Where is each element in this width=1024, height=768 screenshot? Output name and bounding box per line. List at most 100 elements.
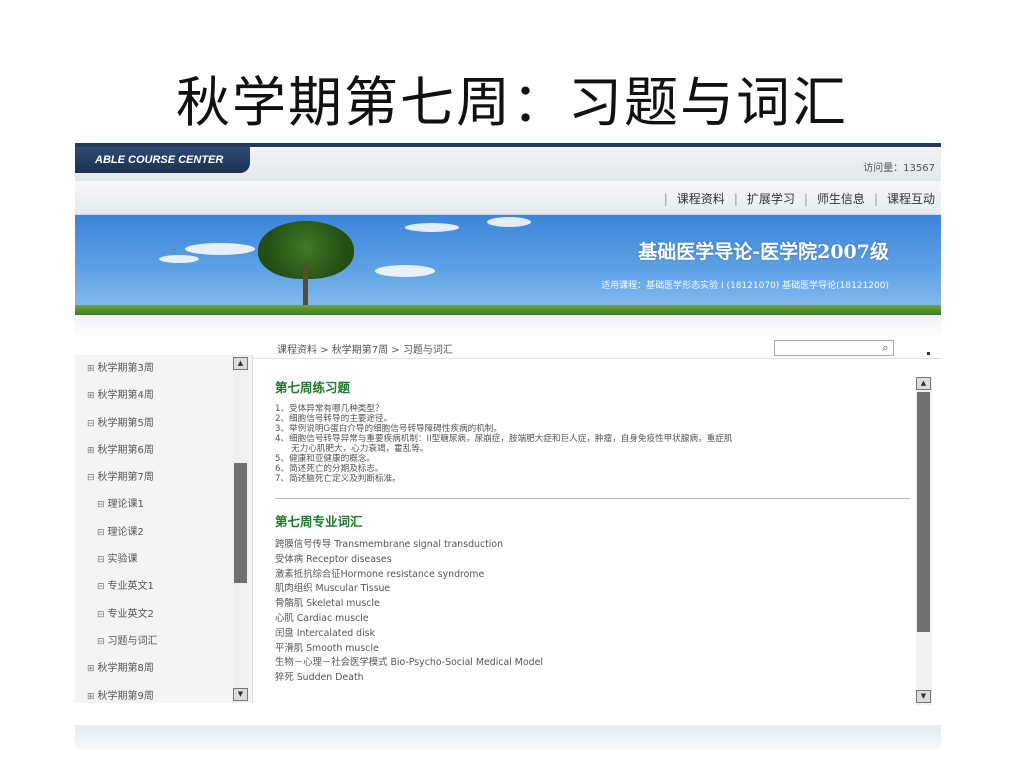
sidebar-item-label: 专业英文1 <box>107 581 154 593</box>
collapse-icon[interactable]: ⊟ <box>87 419 95 429</box>
cloud-decoration <box>185 243 255 255</box>
brand-logo[interactable]: ABLE COURSE CENTER <box>75 147 250 173</box>
sidebar-item[interactable]: ⊟ 理论课2 <box>75 519 252 546</box>
visit-counter: 访问量：13567 <box>863 163 935 174</box>
sidebar-item-label: 理论课2 <box>107 526 144 538</box>
nav-item[interactable]: 师生信息 <box>817 190 865 207</box>
nav-separator: | <box>873 191 878 206</box>
vocab-item: 生物－心理－社会医学模式 Bio-Psycho-Social Medical M… <box>275 657 543 669</box>
collapse-icon[interactable]: ⊟ <box>97 610 105 620</box>
exercise-item: 7、简述脑死亡定义及判断标准。 <box>275 474 401 484</box>
search-input[interactable] <box>774 340 894 356</box>
sidebar-scroll-thumb[interactable] <box>234 463 247 583</box>
sidebar-item[interactable]: ⊞ 秋学期第8周 <box>75 655 252 682</box>
collapse-icon[interactable]: ⊟ <box>97 582 105 592</box>
nav-item[interactable]: 课程资料 <box>677 190 725 207</box>
exercise-item: 3、举例说明G蛋白介导的细胞信号转导障碍性疾病的机制。 <box>275 424 502 434</box>
vocab-item: 骨骼肌 Skeletal muscle <box>275 598 380 610</box>
sidebar-item[interactable]: ⊟ 理论课1 <box>75 491 252 518</box>
vocab-item: 平滑肌 Smooth muscle <box>275 642 379 654</box>
exercise-item: 6、简述死亡的分期及标志。 <box>275 464 384 474</box>
vocab-item: 心肌 Cardiac muscle <box>275 612 369 624</box>
sidebar-scrollbar[interactable]: ▲ ▼ <box>233 355 249 703</box>
sidebar-item-label: 秋学期第4周 <box>97 390 154 402</box>
dot-marker <box>927 352 930 355</box>
nav-item[interactable]: 扩展学习 <box>747 190 795 207</box>
expand-icon[interactable]: ⊞ <box>87 364 95 374</box>
expand-icon[interactable]: ⊞ <box>87 692 95 702</box>
exercise-list: 1、受体异常有哪几种类型？ 2、细胞信号转导的主要途径。 3、举例说明G蛋白介导的细… <box>275 404 910 484</box>
section-divider <box>275 498 910 499</box>
sidebar-item-label: 实验课 <box>107 554 138 566</box>
vocab-item: 激素抵抗综合征Hormone resistance syndrome <box>275 568 485 580</box>
browser-screenshot: ABLE COURSE CENTER 访问量：13567 | 课程资料 | 扩展学习 |… <box>75 143 941 765</box>
sidebar-item[interactable]: ⊟ 习题与词汇 <box>75 628 252 655</box>
breadcrumb[interactable]: 课程资料 > 秋学期第7周 > 习题与词汇 <box>277 341 453 356</box>
sidebar-item[interactable]: ⊟ 专业英文1 <box>75 573 252 600</box>
sidebar-item-label: 秋学期第6周 <box>97 444 154 456</box>
scroll-down-icon[interactable]: ▼ <box>233 688 248 701</box>
exercise-item: 5、健康和亚健康的概念。 <box>275 454 375 464</box>
vocab-item: 肌肉组织 Muscular Tissue <box>275 583 391 595</box>
vocab-item: 闰盘 Intercalated disk <box>275 627 376 639</box>
cloud-decoration <box>405 223 459 232</box>
expand-icon[interactable]: ⊞ <box>87 446 95 456</box>
expand-icon[interactable]: ⊞ <box>87 391 95 401</box>
sidebar-item[interactable]: ⊟ 秋学期第5周 <box>75 410 252 437</box>
content-scroll-thumb[interactable] <box>917 392 930 632</box>
sidebar-item-label: 秋学期第9周 <box>97 690 154 702</box>
vocab-item: 猝死 Sudden Death <box>275 672 364 684</box>
collapse-icon[interactable]: ⊟ <box>97 637 105 647</box>
course-title: 基础医学导论-医学院2007级 <box>638 241 889 263</box>
vocab-list: 跨膜信号传导 Transmembrane signal transduction… <box>275 538 910 686</box>
collapse-icon[interactable]: ⊟ <box>87 473 95 483</box>
sidebar-item[interactable]: ⊟ 专业英文2 <box>75 601 252 628</box>
nav-menu: | 课程资料 | 扩展学习 | 师生信息 | 课程互动 <box>655 190 935 207</box>
nav-separator: | <box>803 191 808 206</box>
collapse-icon[interactable]: ⊟ <box>97 528 105 538</box>
vocab-title: 第七周专业词汇 <box>275 514 363 529</box>
cloud-decoration <box>487 217 531 227</box>
footer-bar <box>75 725 941 749</box>
nav-bar: | 课程资料 | 扩展学习 | 师生信息 | 课程互动 <box>75 181 941 215</box>
scroll-up-icon[interactable]: ▲ <box>233 357 248 370</box>
exercise-item: 4、细胞信号转导异常与重要疾病机制：II型糖尿病，尿崩症，肢端肥大症和巨人症，肿… <box>275 434 733 444</box>
collapse-icon[interactable]: ⊟ <box>97 555 105 565</box>
sidebar-item[interactable]: ⊞ 秋学期第6周 <box>75 437 252 464</box>
exercise-item: 2、细胞信号转导的主要途径。 <box>275 414 393 424</box>
breadcrumb-bar: 课程资料 > 秋学期第7周 > 习题与词汇 ⌕ <box>253 333 941 359</box>
content-scrollbar[interactable]: ▲ ▼ <box>916 377 932 705</box>
course-subtitle: 适用课程：基础医学形态实验 I (18121070) 基础医学导论(181212… <box>601 281 889 291</box>
grass-strip <box>75 305 941 315</box>
exercise-item: 无力心肌肥大，心力衰竭，霍乱等。 <box>291 444 429 454</box>
sidebar-item-label: 秋学期第7周 <box>97 472 154 484</box>
main-content: 第七周练习题 1、受体异常有哪几种类型？ 2、细胞信号转导的主要途径。 3、举例说明… <box>275 377 910 707</box>
collapse-icon[interactable]: ⊟ <box>97 500 105 510</box>
sidebar-item[interactable]: ⊞ 秋学期第4周 <box>75 382 252 409</box>
nav-separator: | <box>733 191 738 206</box>
sidebar-item[interactable]: ⊞ 秋学期第9周 <box>75 683 252 710</box>
top-header: ABLE COURSE CENTER 访问量：13567 <box>75 143 941 181</box>
sidebar-tree: ⊞ 秋学期第3周 ⊞ 秋学期第4周 ⊟ 秋学期第5周 ⊞ 秋学期第6周 ⊟ 秋学期第7周 ⊟ 理论课1… <box>75 355 253 703</box>
cloud-decoration <box>375 265 435 277</box>
sidebar-item-label: 专业英文2 <box>107 608 154 620</box>
search-icon[interactable]: ⌕ <box>878 341 893 355</box>
exercise-item: 1、受体异常有哪几种类型？ <box>275 404 384 414</box>
expand-icon[interactable]: ⊞ <box>87 664 95 674</box>
tree-trunk <box>303 263 308 307</box>
sidebar-item[interactable]: ⊟ 实验课 <box>75 546 252 573</box>
scroll-up-icon[interactable]: ▲ <box>916 377 931 390</box>
sidebar-item-label: 理论课1 <box>107 499 144 511</box>
sidebar-item-label: 习题与词汇 <box>107 635 158 647</box>
sidebar-item[interactable]: ⊞ 秋学期第3周 <box>75 355 252 382</box>
nav-item[interactable]: 课程互动 <box>887 190 935 207</box>
vocab-item: 跨膜信号传导 Transmembrane signal transduction <box>275 539 504 550</box>
nav-separator: | <box>663 191 668 206</box>
cloud-decoration <box>159 255 199 263</box>
exercises-title: 第七周练习题 <box>275 380 351 395</box>
sidebar-item-label: 秋学期第5周 <box>97 417 154 429</box>
scroll-down-icon[interactable]: ▼ <box>916 690 931 703</box>
sidebar-item-label: 秋学期第3周 <box>97 363 154 374</box>
sidebar-item-label: 秋学期第8周 <box>97 663 154 675</box>
sidebar-item[interactable]: ⊟ 秋学期第7周 <box>75 464 252 491</box>
